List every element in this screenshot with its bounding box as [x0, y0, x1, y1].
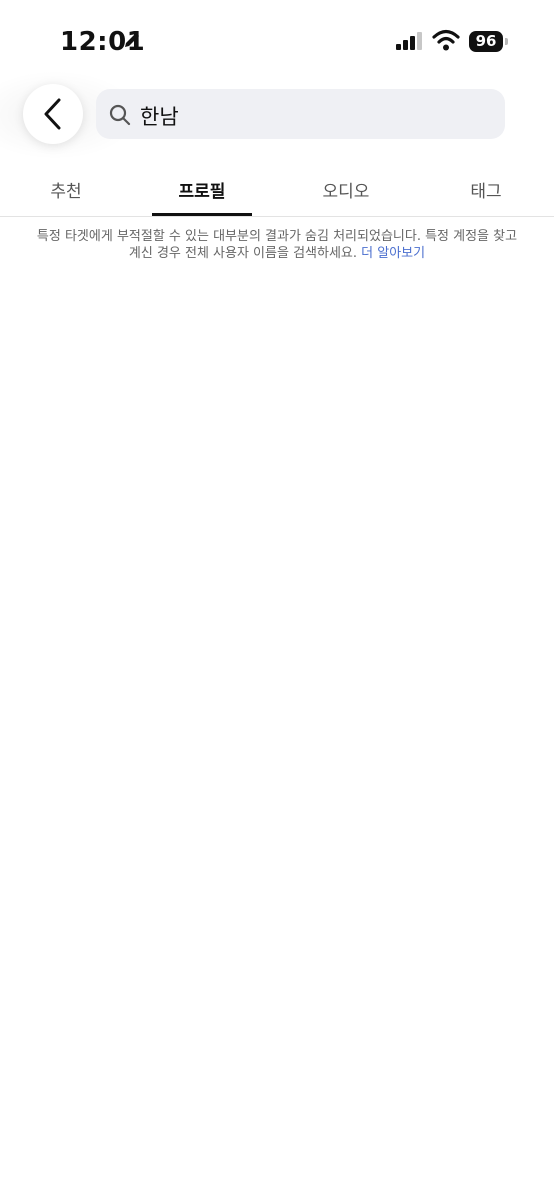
- search-input[interactable]: 한남: [96, 89, 505, 139]
- tab-profile[interactable]: 프로필: [152, 177, 252, 202]
- notice-text: 특정 타겟에게 부적절할 수 있는 대부분의 결과가 숨김 처리되었습니다. 특…: [36, 229, 518, 261]
- search-icon: [109, 104, 131, 130]
- pencil-icon: [122, 30, 142, 54]
- search-query: 한남: [140, 105, 179, 129]
- back-button[interactable]: [23, 84, 83, 144]
- hidden-results-notice: 특정 타겟에게 부적절할 수 있는 대부분의 결과가 숨김 처리되었습니다. 특…: [30, 228, 524, 262]
- tab-recommended[interactable]: 추천: [30, 177, 102, 202]
- wifi-icon: [432, 29, 460, 55]
- chevron-left-icon: [44, 98, 61, 130]
- active-tab-indicator: [152, 213, 252, 216]
- signal-icon: [396, 32, 424, 54]
- tab-audio[interactable]: 오디오: [300, 177, 392, 202]
- learn-more-link[interactable]: 더 알아보기: [361, 246, 425, 261]
- battery-icon: 96: [469, 31, 508, 52]
- tab-bar: 추천 프로필 오디오 태그: [0, 160, 554, 217]
- battery-level: 96: [475, 32, 497, 50]
- tab-tags[interactable]: 태그: [450, 177, 522, 202]
- status-bar: 12:01 96: [0, 0, 554, 80]
